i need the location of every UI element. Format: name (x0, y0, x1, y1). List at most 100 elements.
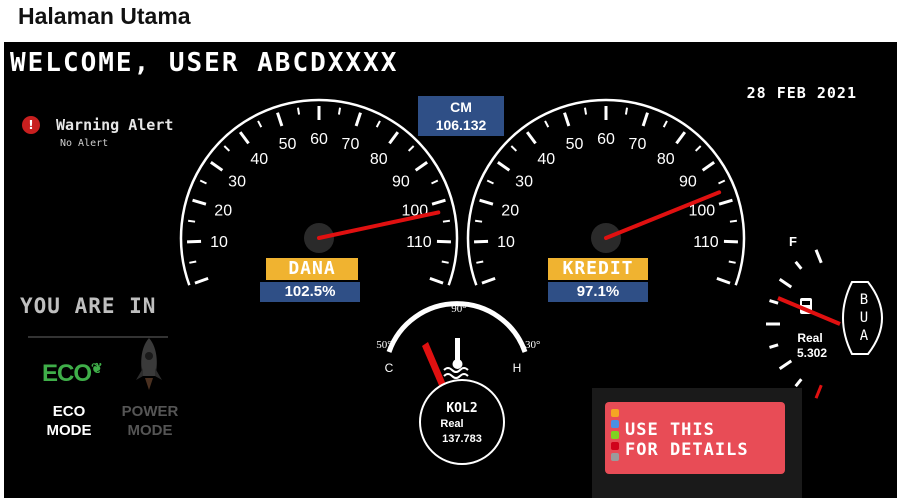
gauge-tick-label: 80 (657, 151, 675, 168)
fuel-name-letter-1: B (860, 292, 868, 308)
gauge-tick-label: 10 (210, 234, 228, 251)
gauge-tick (429, 276, 444, 285)
gauge-tick (337, 107, 342, 115)
temp-gauge-name: KOL2 (446, 401, 477, 416)
power-mode-button[interactable]: POWER MODE (110, 402, 190, 440)
kredit-label: KREDIT (548, 258, 648, 280)
fuel-tick (769, 299, 779, 305)
eco-mode-label-2: MODE (46, 422, 92, 439)
gauge-tick (474, 219, 483, 223)
dana-value: 102.5% (260, 282, 360, 302)
gauge-tick (194, 276, 209, 285)
gauge-tick (718, 198, 733, 206)
gauge-tick (192, 198, 207, 206)
gauge-tick-label: 20 (214, 202, 232, 219)
gauge-tick (210, 161, 224, 172)
fuel-tick (794, 260, 803, 270)
fuel-real-label: Real (797, 331, 822, 345)
gauge-tick (583, 107, 588, 115)
gauge-tick-label: 110 (693, 234, 719, 251)
temp-real-value: 137.783 (442, 433, 482, 445)
cm-box: CM 106.132 (418, 96, 504, 136)
eco-mode-label-1: ECO (52, 403, 86, 420)
app-icon (611, 442, 619, 450)
fuel-tick (814, 384, 823, 399)
gauge-tick (257, 120, 263, 128)
warning-status: No Alert (60, 138, 109, 149)
mode-heading: YOU ARE IN (20, 294, 157, 318)
gauge-tick (388, 131, 400, 145)
gauge-tick (728, 260, 736, 264)
gauge-tick (701, 161, 715, 172)
gauge-tick-label: 50 (279, 136, 297, 153)
gauge-tick (675, 131, 687, 145)
fuel-name-letter-3: A (860, 328, 869, 344)
welcome-heading: WELCOME, USER ABCDXXXX (10, 48, 399, 78)
thermometer-icon (443, 338, 469, 379)
details-button[interactable]: USE THIS FOR DETAILS (605, 402, 785, 474)
gauge-tick-label: 90 (679, 174, 697, 191)
fuel-real-value: 5.302 (797, 346, 827, 360)
gauge-tick-label: 60 (310, 131, 328, 148)
alert-icon: ! (22, 116, 40, 134)
gauge-tick (238, 131, 250, 145)
gauge-tick (497, 161, 511, 172)
app-icon (611, 431, 619, 439)
gauge-tick-label: 60 (597, 131, 615, 148)
page-title: Halaman Utama (18, 3, 191, 29)
gauge-tick-label: 90 (392, 174, 410, 191)
power-mode-label-2: MODE (127, 422, 173, 439)
temp-max-label: 130° (520, 339, 541, 351)
details-button-label: USE THIS FOR DETAILS (625, 420, 749, 460)
warning-title: Warning Alert (56, 116, 174, 134)
fuel-tick (778, 278, 793, 289)
temp-min-label: 50° (376, 339, 391, 351)
gauge-tick-label: 30 (515, 174, 533, 191)
fuel-tick (778, 359, 793, 370)
gauge-tick (718, 179, 726, 185)
gauge-tick-label: 20 (501, 202, 519, 219)
gauge-tick-label: 40 (537, 151, 555, 168)
gauge-tick (486, 179, 494, 185)
temp-cold-label: C (385, 361, 394, 375)
fuel-gauge: F Real 5.302 B U A (766, 234, 883, 399)
gauge-tick (694, 145, 702, 152)
gauge-tick-label: 10 (497, 234, 515, 251)
eco-mode-button[interactable]: ECO MODE (34, 402, 104, 440)
kredit-value: 97.1% (548, 282, 648, 302)
gauge-tick-label: 50 (566, 136, 584, 153)
gauge-tick (187, 219, 196, 223)
gauge-tick-label: 80 (370, 151, 388, 168)
gauge-tick (525, 131, 537, 145)
gauge-tick (414, 161, 428, 172)
gauge-tick-label: 70 (629, 136, 647, 153)
dana-label: DANA (266, 258, 358, 280)
app-dock (609, 406, 621, 470)
fuel-full-label: F (789, 234, 797, 249)
gauge-tick (407, 145, 415, 152)
gauge-tick (716, 276, 731, 285)
gauge-tick (662, 120, 668, 128)
gauge-tick (441, 260, 449, 264)
temp-mid-label: 90° (451, 303, 466, 315)
fuel-tick (769, 343, 779, 349)
eco-logo: ECO❦ (42, 360, 103, 387)
temp-real-label: Real (440, 418, 463, 430)
gauge-tick (354, 112, 362, 127)
temperature-gauge: 90° 50° 130° C H KOL2 Real 137.783 (376, 301, 541, 465)
cm-value: 106.132 (435, 117, 487, 133)
gauge-tick (276, 112, 284, 127)
gauge-tick (223, 145, 231, 152)
gauge-tick (375, 120, 381, 128)
gauge-tick (641, 112, 649, 127)
gauge-tick (544, 120, 550, 128)
gauge-tick (199, 179, 207, 185)
dashboard-panel: 10 20 30 40 50 60 70 80 90 100 110 10 20 30 40 50 60 70 8… (4, 42, 897, 498)
temp-hot-label: H (513, 361, 522, 375)
gauge-tick (624, 107, 629, 115)
app-icon (611, 420, 619, 428)
app-icon (611, 409, 619, 417)
rocket-icon (136, 338, 162, 390)
gauge-tick (431, 179, 439, 185)
gauge-tick (510, 145, 518, 152)
